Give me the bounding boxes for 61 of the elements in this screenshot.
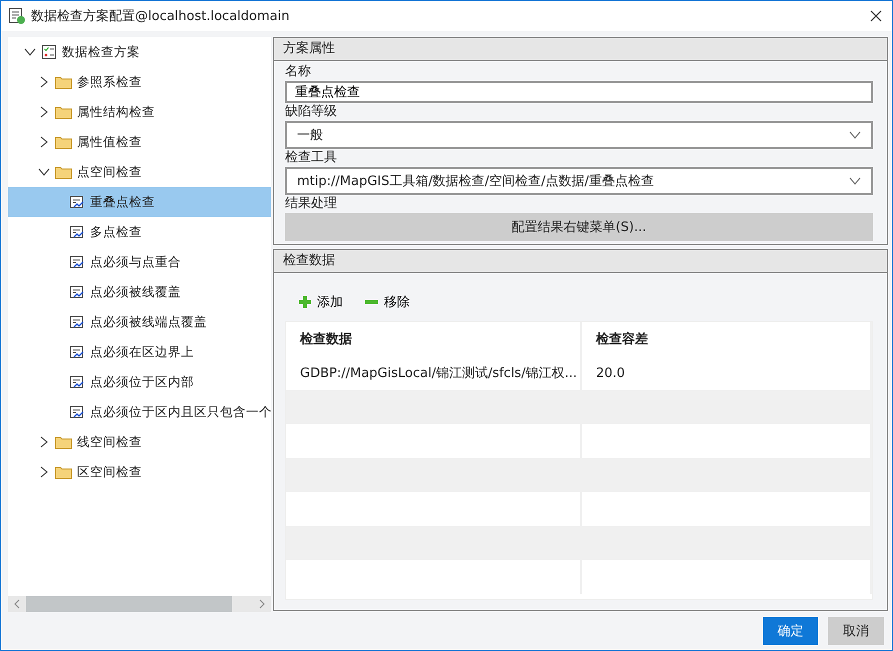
tree-item[interactable]: 参照系检查 xyxy=(8,67,271,97)
panel-header: 方案属性 xyxy=(274,38,887,61)
plus-icon xyxy=(299,296,311,308)
chart-document-icon xyxy=(69,404,85,420)
cancel-button[interactable]: 取消 xyxy=(828,617,884,645)
app-icon xyxy=(8,7,26,25)
add-button[interactable]: 添加 xyxy=(299,291,343,313)
chart-document-icon xyxy=(69,224,85,240)
tree-item[interactable]: 点必须与点重合 xyxy=(8,247,271,277)
field-label: 缺陷等级 xyxy=(285,103,338,121)
remove-button[interactable]: 移除 xyxy=(365,291,410,313)
tree-item[interactable]: 点必须位于区内部 xyxy=(8,367,271,397)
chart-document-icon xyxy=(69,344,85,360)
chevron-right-icon[interactable] xyxy=(40,466,48,478)
panel-header: 检查数据 xyxy=(274,250,887,273)
tree-item[interactable]: 属性值检查 xyxy=(8,127,271,157)
field-label: 检查工具 xyxy=(285,149,338,167)
tree-item[interactable]: 区空间检查 xyxy=(8,457,271,487)
chevron-down-icon xyxy=(849,131,861,139)
folder-icon xyxy=(55,465,72,479)
tree-item[interactable]: 点必须在区边界上 xyxy=(8,337,271,367)
tree-item[interactable]: 数据检查方案 xyxy=(8,37,271,67)
field-label: 结果处理 xyxy=(285,195,338,213)
chart-document-icon xyxy=(69,284,85,300)
column-header[interactable]: 检查数据 xyxy=(286,322,582,356)
folder-icon xyxy=(55,165,72,179)
chart-document-icon xyxy=(69,254,85,270)
tree-item[interactable]: 多点检查 xyxy=(8,217,271,247)
chevron-down-icon[interactable] xyxy=(38,168,50,176)
close-icon[interactable] xyxy=(870,10,882,22)
scroll-right-icon[interactable] xyxy=(258,599,266,609)
chevron-down-icon xyxy=(849,177,861,185)
configure-menu-button[interactable]: 配置结果右键菜单(S)... xyxy=(285,213,873,241)
chevron-right-icon[interactable] xyxy=(40,136,48,148)
chevron-right-icon[interactable] xyxy=(40,76,48,88)
checklist-icon xyxy=(41,44,57,60)
folder-icon xyxy=(55,75,72,89)
scroll-left-icon[interactable] xyxy=(13,599,21,609)
chevron-right-icon[interactable] xyxy=(40,436,48,448)
ok-button[interactable]: 确定 xyxy=(763,617,818,645)
folder-icon xyxy=(55,135,72,149)
window-title: 数据检查方案配置@localhost.localdomain xyxy=(31,8,290,25)
tree-item[interactable]: 点必须被线端点覆盖 xyxy=(8,307,271,337)
tree-item[interactable]: 重叠点检查 xyxy=(8,187,271,217)
chevron-right-icon[interactable] xyxy=(40,106,48,118)
folder-icon xyxy=(55,435,72,449)
chevron-down-icon[interactable] xyxy=(24,48,36,56)
chart-document-icon xyxy=(69,194,85,210)
horizontal-scrollbar[interactable] xyxy=(8,596,271,612)
column-header[interactable]: 检查容差 xyxy=(582,322,872,356)
folder-icon xyxy=(55,105,72,119)
chart-document-icon xyxy=(69,314,85,330)
tree-item[interactable]: 点空间检查 xyxy=(8,157,271,187)
field-label: 名称 xyxy=(285,63,312,81)
name-field[interactable]: 重叠点检查 xyxy=(285,81,873,103)
level-dropdown[interactable]: 一般 xyxy=(285,121,873,149)
chart-document-icon xyxy=(69,374,85,390)
tree-item[interactable]: 属性结构检查 xyxy=(8,97,271,127)
tool-dropdown[interactable]: mtip://MapGIS工具箱/数据检查/空间检查/点数据/重叠点检查 xyxy=(285,167,873,195)
tree-item[interactable]: 线空间检查 xyxy=(8,427,271,457)
tree-item[interactable]: 点必须被线覆盖 xyxy=(8,277,271,307)
